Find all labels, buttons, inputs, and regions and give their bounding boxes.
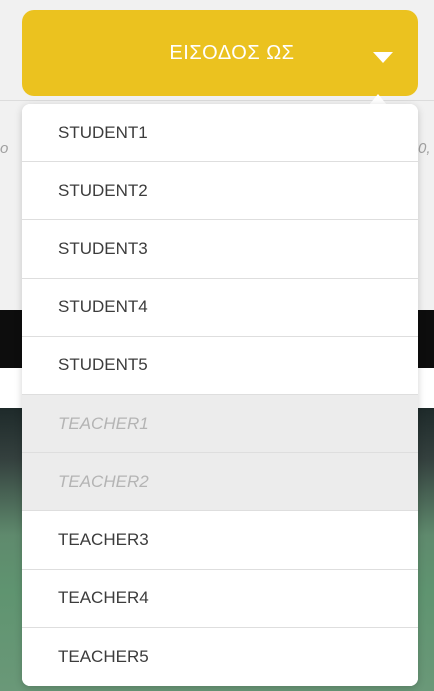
background-text-right: 0, [418,140,431,157]
user-dropdown-menu: STUDENT1 STUDENT2 STUDENT3 STUDENT4 STUD… [22,104,418,686]
caret-down-icon[interactable] [373,52,393,63]
menu-item-student2[interactable]: STUDENT2 [22,162,418,221]
menu-item-teacher5[interactable]: TEACHER5 [22,627,418,686]
login-as-button[interactable]: ΕΙΣΟΔΟΣ ΩΣ [22,10,418,96]
user-list: STUDENT1 STUDENT2 STUDENT3 STUDENT4 STUD… [22,104,418,686]
menu-item-teacher3[interactable]: TEACHER3 [22,511,418,570]
menu-item-student4[interactable]: STUDENT4 [22,278,418,337]
background-text-left: o [0,140,9,157]
menu-item-student3[interactable]: STUDENT3 [22,220,418,279]
menu-item-teacher2: TEACHER2 [22,453,418,512]
login-as-label: ΕΙΣΟΔΟΣ ΩΣ [169,41,295,64]
menu-item-teacher1: TEACHER1 [22,394,418,454]
menu-item-student5[interactable]: STUDENT5 [22,336,418,395]
menu-item-teacher4[interactable]: TEACHER4 [22,569,418,628]
menu-item-student1[interactable]: STUDENT1 [22,104,418,163]
